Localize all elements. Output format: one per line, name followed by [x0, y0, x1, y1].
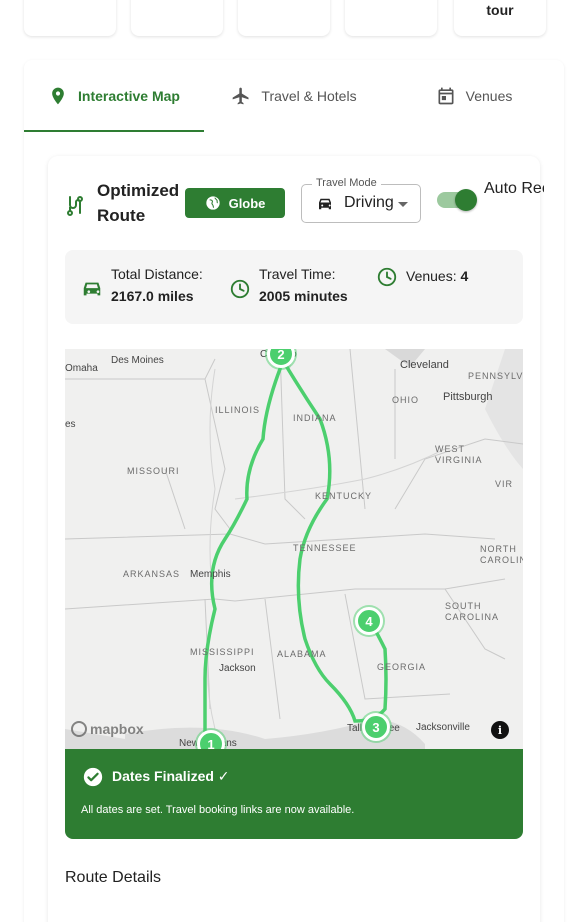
route-stats: Total Distance: 2167.0 miles Travel Time… [65, 250, 523, 324]
map-state-label: ARKANSAS [123, 569, 181, 579]
mapbox-logo[interactable]: mapbox [71, 721, 144, 737]
venues-label: Venues: [406, 268, 457, 284]
globe-icon [205, 196, 220, 210]
calendar-icon [438, 87, 454, 105]
airplane-icon [233, 87, 249, 105]
info-icon[interactable]: i [491, 721, 509, 739]
clock-icon [230, 279, 250, 299]
auto-recalculate-label: Auto Recalculate [484, 180, 544, 197]
map-state-label: VIR [495, 479, 514, 489]
top-card[interactable] [345, 0, 437, 36]
map-state-label: ILLINOIS [215, 405, 261, 415]
active-tab-indicator [24, 130, 204, 132]
globe-button[interactable]: Globe [185, 188, 285, 218]
clock-icon [377, 267, 397, 287]
travel-mode-label: Travel Mode [312, 177, 381, 189]
map-state-label: GEORGIA [377, 662, 427, 672]
car-icon [83, 282, 101, 296]
map-state-label: MISSISSIPPI [190, 647, 255, 657]
map-state-label: SOUTH CAROLINA [445, 601, 500, 622]
top-card[interactable] [24, 0, 116, 36]
route-header: Optimized Route Globe Travel Mode Drivin… [64, 177, 544, 234]
map-state-label: MISSOURI [127, 466, 180, 476]
map-city: es [65, 419, 76, 430]
tab-interactive-map[interactable]: Interactive Map [24, 60, 204, 132]
map-state-label: PENNSYLV [468, 371, 523, 381]
route-details-title: Route Details [65, 869, 162, 886]
map-state-label: WEST VIRGINIA [435, 444, 483, 465]
map-state-label: OHIO [392, 395, 420, 405]
map-city: Memphis [190, 569, 231, 580]
venues-stat: Venues: 4 [406, 268, 468, 284]
map-city: Jacksonville [416, 722, 470, 733]
map-marker[interactable]: 3 [362, 713, 390, 741]
map-state-label: KENTUCKY [315, 491, 373, 501]
tab-label: Travel & Hotels [261, 88, 357, 104]
map-marker[interactable]: 4 [355, 607, 383, 635]
tab-label: Interactive Map [78, 88, 180, 104]
time-label: Travel Time: [259, 266, 336, 282]
map-state-label: NORTH CAROLINA [480, 544, 523, 565]
route-map[interactable]: Des Moines Omaha Cleveland Pittsburgh Me… [65, 349, 523, 749]
top-card-label: tour [486, 2, 514, 18]
distance-value: 2167.0 miles [111, 288, 194, 304]
map-city: Cleveland [400, 359, 449, 371]
alert-text: All dates are set. Travel booking links … [81, 804, 355, 816]
map-city: Omaha [65, 363, 98, 374]
travel-mode-value: Driving [344, 194, 394, 211]
tab-travel-hotels[interactable]: Travel & Hotels [224, 60, 364, 132]
mapbox-logo-icon [71, 721, 87, 737]
top-card[interactable] [131, 0, 223, 36]
map-city: Pittsburgh [443, 391, 493, 403]
time-value: 2005 minutes [259, 288, 348, 304]
top-card-tour[interactable]: tour [454, 0, 546, 36]
map-pin-icon [52, 87, 64, 105]
map-state-label: ALABAMA [277, 649, 327, 659]
car-icon [319, 198, 331, 210]
alert-title: Dates Finalized ✓ [112, 768, 230, 784]
route-icon [67, 196, 83, 216]
dates-finalized-alert: Dates Finalized ✓ All dates are set. Tra… [65, 749, 523, 839]
map-state-label: TENNESSEE [293, 543, 357, 553]
chevron-down-icon [398, 202, 408, 207]
mapbox-logo-text: mapbox [90, 721, 144, 737]
map-state-label: INDIANA [293, 413, 337, 423]
tab-bar: Interactive Map Travel & Hotels Venues [24, 60, 564, 132]
map-city: Jackson [219, 663, 256, 674]
top-card-row: tour [0, 0, 582, 40]
route-title: Optimized Route [97, 181, 180, 225]
travel-mode-select[interactable]: Travel Mode Driving [301, 177, 421, 223]
globe-button-label: Globe [228, 195, 266, 211]
toggle-knob[interactable] [455, 189, 477, 211]
venues-value: 4 [460, 268, 469, 284]
distance-label: Total Distance: [111, 266, 203, 282]
tab-label: Venues [465, 88, 513, 104]
tab-venues[interactable]: Venues [424, 60, 524, 132]
check-circle-icon [83, 767, 103, 787]
top-card[interactable] [238, 0, 330, 36]
auto-recalculate-toggle[interactable] [437, 189, 477, 211]
map-city: Des Moines [111, 355, 164, 366]
